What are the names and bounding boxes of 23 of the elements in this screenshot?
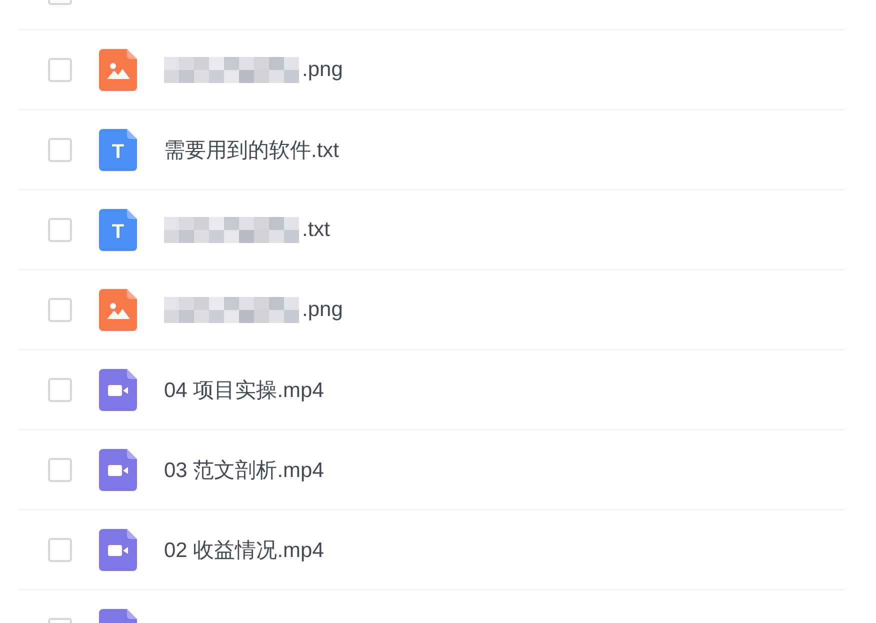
file-name[interactable]: .png bbox=[302, 298, 343, 322]
file-name[interactable]: 02 收益情况.mp4 bbox=[164, 536, 324, 564]
file-name[interactable]: 需要用到的软件.txt bbox=[164, 136, 340, 164]
file-name[interactable]: 03 范文剖析.mp4 bbox=[164, 456, 324, 484]
video-file-icon bbox=[99, 448, 137, 490]
row-checkbox[interactable] bbox=[48, 538, 72, 562]
row-checkbox[interactable] bbox=[48, 378, 72, 402]
row-checkbox[interactable] bbox=[48, 218, 72, 242]
row-checkbox[interactable] bbox=[48, 138, 72, 162]
text-file-icon bbox=[99, 208, 137, 250]
image-file-icon bbox=[99, 48, 137, 90]
file-type-letter: T bbox=[112, 142, 124, 162]
file-type-letter: T bbox=[112, 222, 124, 242]
video-file-icon bbox=[99, 528, 137, 570]
text-file-icon bbox=[99, 128, 137, 170]
file-name[interactable]: .txt bbox=[302, 218, 330, 242]
video-file-icon bbox=[99, 368, 137, 410]
row-checkbox[interactable] bbox=[48, 58, 72, 82]
row-checkbox[interactable] bbox=[48, 458, 72, 482]
image-file-icon bbox=[99, 288, 137, 330]
row-checkbox[interactable] bbox=[48, 298, 72, 322]
file-name[interactable]: 04 项目实操.mp4 bbox=[164, 376, 324, 404]
file-name[interactable]: .png bbox=[302, 58, 343, 82]
